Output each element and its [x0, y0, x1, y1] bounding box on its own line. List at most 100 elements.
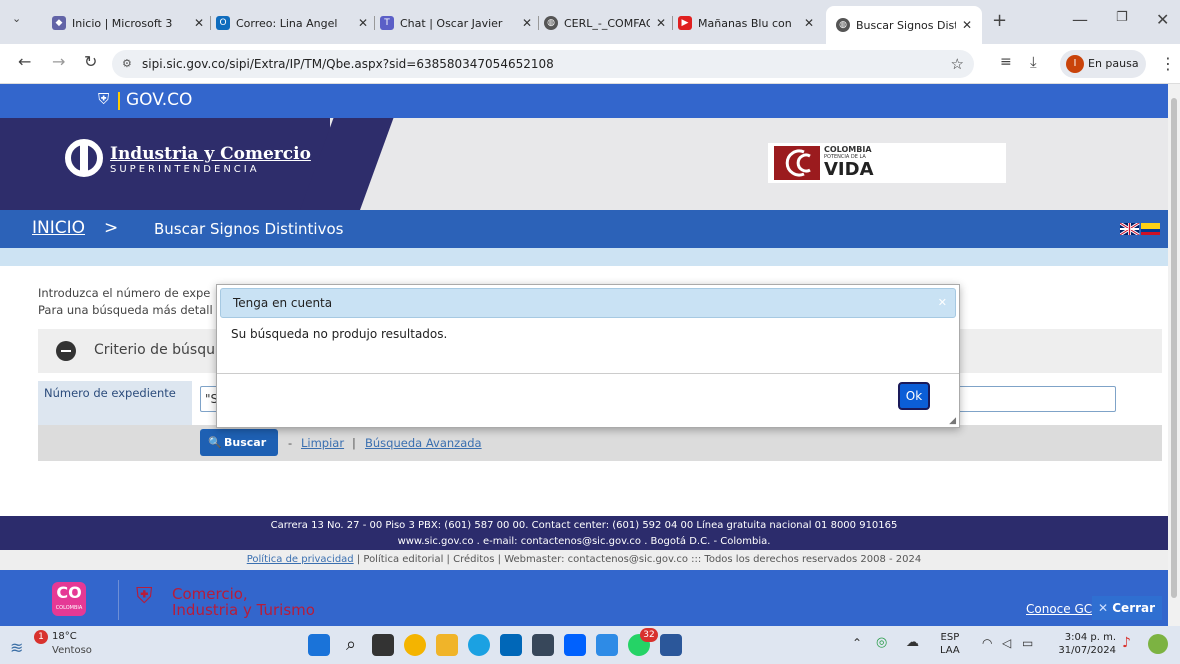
tab-separator	[672, 16, 673, 30]
weather-widget[interactable]: ≋ 1 18°C Ventoso	[8, 630, 98, 660]
dialog-header[interactable]: Tenga en cuenta ✕	[220, 288, 956, 318]
mincit-line: Comercio,	[172, 585, 248, 603]
onedrive-icon[interactable]: ☁	[906, 635, 919, 650]
notification-bell-icon[interactable]: ♪	[1122, 635, 1131, 651]
conoce-link[interactable]: Conoce GC	[1026, 602, 1092, 616]
task-view-icon[interactable]	[372, 634, 394, 656]
search-button-label: Buscar	[224, 436, 267, 449]
resize-handle-icon[interactable]: ◢	[949, 416, 956, 426]
clock-time: 3:04 p. m.	[1064, 632, 1116, 643]
close-button-label: Cerrar	[1112, 601, 1156, 615]
close-tab-icon[interactable]: ✕	[522, 16, 532, 30]
lang-code: ESP	[940, 632, 960, 643]
close-icon: ✕	[1098, 601, 1109, 615]
breadcrumb: INICIO > Buscar Signos Distintivos	[0, 210, 1168, 248]
tab-separator	[538, 16, 539, 30]
advanced-search-link[interactable]: Búsqueda Avanzada	[365, 436, 482, 450]
close-tab-icon[interactable]: ✕	[656, 16, 666, 30]
minimize-icon[interactable]: —	[1072, 10, 1088, 29]
widgets-icon[interactable]	[1148, 634, 1168, 654]
tab-buscar-signos[interactable]: ◍ Buscar Signos Dist ✕	[826, 6, 982, 44]
mincit-logo: Comercio, Industria y Turismo	[172, 586, 315, 618]
tab-youtube[interactable]: ▶ Mañanas Blu con ✕	[678, 8, 814, 38]
sic-name[interactable]: Industria y Comercio	[110, 144, 311, 164]
close-window-icon[interactable]: ✕	[1156, 10, 1169, 29]
address-bar[interactable]: ⚙ sipi.sic.gov.co/sipi/Extra/IP/TM/Qbe.a…	[112, 50, 974, 78]
download-icon[interactable]: ⤓	[1030, 53, 1037, 71]
dialog-title: Tenga en cuenta	[233, 296, 333, 310]
url-text: sipi.sic.gov.co/sipi/Extra/IP/TM/Qbe.asp…	[142, 57, 554, 71]
tab-outlook[interactable]: O Correo: Lina Angel ✕	[216, 8, 368, 38]
tab-label: Inicio | Microsoft 3	[72, 16, 173, 30]
address-toolbar: ← → ↻ ⚙ sipi.sic.gov.co/sipi/Extra/IP/TM…	[0, 44, 1180, 84]
footer-links: Política de privacidad | Política editor…	[0, 550, 1168, 570]
scrollbar-thumb[interactable]	[1171, 98, 1177, 598]
tray-chevron-icon[interactable]: ⌃	[852, 636, 862, 650]
globe-icon: ◍	[544, 16, 558, 30]
close-popup-button[interactable]: ✕ Cerrar	[1092, 596, 1162, 620]
privacy-link[interactable]: Política de privacidad	[247, 554, 354, 565]
gov-divider	[118, 92, 120, 110]
co-colombia-logo: CO COLOMBIA	[52, 582, 86, 616]
page-scrollbar[interactable]	[1168, 84, 1180, 626]
copilot-icon[interactable]: ◎	[876, 635, 887, 650]
reload-icon[interactable]: ↻	[84, 52, 97, 71]
youtube-icon: ▶	[678, 16, 692, 30]
battery-icon[interactable]: ▭	[1022, 636, 1033, 650]
sic-subtitle: SUPERINTENDENCIA	[110, 164, 260, 175]
menu-kebab-icon[interactable]: ⋮	[1160, 54, 1176, 73]
footer-divider	[118, 580, 119, 620]
tab-microsoft365[interactable]: ◆ Inicio | Microsoft 3 ✕	[52, 8, 204, 38]
reading-list-icon[interactable]: ≡	[1000, 54, 1012, 70]
start-icon[interactable]	[308, 634, 330, 656]
footer-contact: Carrera 13 No. 27 - 00 Piso 3 PBX: (601)…	[0, 516, 1168, 550]
search-button[interactable]: 🔍 Buscar	[200, 429, 278, 456]
collapse-icon[interactable]	[56, 341, 76, 361]
dialog-close-icon[interactable]: ✕	[938, 289, 947, 317]
actions-row: 🔍 Buscar - Limpiar | Búsqueda Avanzada	[38, 425, 1162, 461]
site-info-icon[interactable]: ⚙	[122, 50, 132, 78]
gov-shield-icon: ⛨	[98, 90, 110, 108]
store-icon[interactable]	[500, 634, 522, 656]
word-icon[interactable]	[660, 634, 682, 656]
close-tab-icon[interactable]: ✕	[804, 16, 814, 30]
language-flags-icon[interactable]	[1120, 223, 1160, 235]
dialog-divider	[217, 373, 959, 374]
intro-text: Introduzca el número de expe Para una bú…	[38, 285, 213, 319]
tab-cerl[interactable]: ◍ CERL_-_COMFAOR ✕	[544, 8, 666, 38]
wifi-icon[interactable]: ◠	[982, 636, 992, 650]
ok-button[interactable]: Ok	[898, 382, 930, 410]
tab-label: Correo: Lina Angel	[236, 16, 338, 30]
outlook-taskbar-icon[interactable]	[596, 634, 618, 656]
tab-teams[interactable]: T Chat | Oscar Javier ✕	[380, 8, 532, 38]
breadcrumb-home-link[interactable]: INICIO	[32, 218, 85, 238]
file-explorer-icon[interactable]	[436, 634, 458, 656]
gov-co-link[interactable]: GOV.CO	[126, 90, 192, 110]
chrome-icon[interactable]	[404, 634, 426, 656]
page-title: Buscar Signos Distintivos	[154, 220, 344, 238]
clock[interactable]: 3:04 p. m. 31/07/2024	[1056, 631, 1116, 657]
bookmark-star-icon[interactable]: ☆	[951, 50, 964, 78]
new-tab-button[interactable]: +	[992, 10, 1007, 31]
profile-button[interactable]: I En pausa	[1060, 50, 1146, 78]
tab-list-icon[interactable]: ⌄	[12, 12, 21, 25]
breadcrumb-separator: >	[104, 218, 119, 238]
close-tab-icon[interactable]: ✕	[962, 18, 972, 32]
dialog-message: Su búsqueda no produjo resultados.	[231, 327, 448, 341]
edge-icon[interactable]	[468, 634, 490, 656]
restore-icon[interactable]: ❐	[1116, 10, 1128, 25]
clear-link[interactable]: Limpiar	[301, 436, 344, 450]
forward-icon[interactable]: →	[52, 52, 65, 71]
separator: -	[288, 436, 293, 450]
intro-line: Para una búsqueda más detall	[38, 303, 213, 317]
language-indicator[interactable]: ESP LAA	[940, 631, 960, 657]
back-icon[interactable]: ←	[18, 52, 31, 71]
search-taskbar-icon[interactable]: ⌕	[340, 634, 362, 656]
dropbox-icon[interactable]	[564, 634, 586, 656]
whatsapp-icon[interactable]: 32	[628, 628, 658, 656]
criteria-label: Criterio de búsqu	[94, 342, 215, 358]
volume-icon[interactable]: ◁	[1002, 636, 1011, 650]
close-tab-icon[interactable]: ✕	[358, 16, 368, 30]
amazon-icon[interactable]	[532, 634, 554, 656]
close-tab-icon[interactable]: ✕	[194, 16, 204, 30]
